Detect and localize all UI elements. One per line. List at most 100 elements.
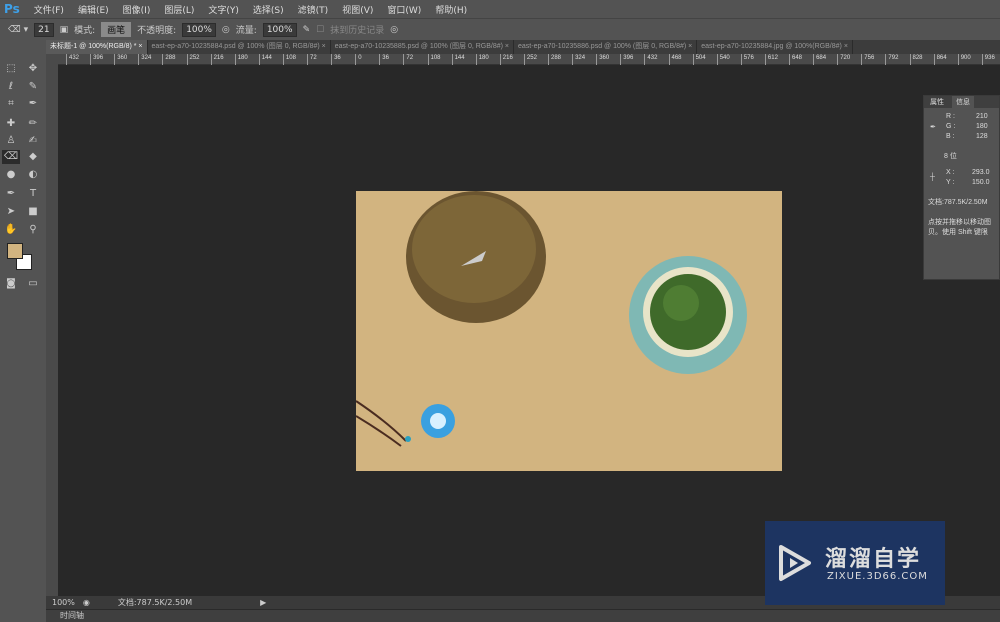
lasso-tool-icon[interactable]: ℓ [4,80,18,94]
ruler-tick-label: 144 [451,54,465,65]
clone-stamp-icon[interactable]: ♙ [4,134,18,148]
document-canvas[interactable] [355,191,782,471]
ruler-tick-label: 504 [692,54,706,65]
status-menu-arrow-icon[interactable]: ▶ [260,598,266,607]
ruler-tick-label: 756 [861,54,874,65]
canvas-artwork [355,191,747,447]
close-icon[interactable]: × [138,43,142,50]
vertical-ruler[interactable] [46,54,58,596]
ruler-tick-label: 288 [548,54,561,65]
close-icon[interactable]: × [505,43,509,50]
history-brush-icon[interactable]: ✍ [26,134,40,148]
close-icon[interactable]: × [688,43,692,50]
document-tabs: 未标题-1 @ 100%(RGB/8) * × east-ep-a70-1023… [46,40,1000,54]
hand-tool-icon[interactable]: ✋ [4,223,18,237]
menu-file[interactable]: 文件(F) [34,3,64,16]
menu-help[interactable]: 帮助(H) [435,3,467,16]
toolbox: ⬚ ✥ ℓ ✎ ⌗ ✒ ✚ ✏ ♙ ✍ ⌫ ◆ ● ◐ ✒ T ➤ ■ ✋ ⚲ … [0,40,46,622]
close-icon[interactable]: × [844,43,848,50]
watermark-logo: 溜溜自学 ZIXUE.3D66.COM [765,521,945,605]
brush-tool-icon[interactable]: ✏ [26,117,40,131]
ruler-tick-label: 36 [379,54,389,65]
ruler-tick-label: 252 [523,54,537,65]
foreground-color-swatch[interactable] [7,243,23,259]
brush-size-picker[interactable]: 21 [34,22,54,37]
healing-brush-icon[interactable]: ✚ [4,117,18,131]
tab-10235886-psd[interactable]: east-ep-a70-10235886.psd @ 100% (图层 0, R… [514,40,698,54]
info-g-value: 180 [976,123,988,130]
menu-type[interactable]: 文字(Y) [208,3,239,16]
ruler-tick-label: 216 [499,54,513,65]
ruler-tick-label: 288 [162,54,175,65]
erase-history-checkbox[interactable]: ☐ [316,25,324,35]
zoom-level[interactable]: 100% [52,598,75,607]
watermark-title: 溜溜自学 [825,547,922,572]
erase-history-label: 抹到历史记录 [330,26,385,36]
ruler-tick-label: 396 [90,54,103,65]
eraser-tool-preset-icon[interactable]: ⌫ ▾ [8,25,28,35]
status-share-icon[interactable]: ◉ [83,598,90,607]
type-tool-icon[interactable]: T [26,187,40,201]
tab-10235884-psd[interactable]: east-ep-a70-10235884.psd @ 100% (图层 0, R… [148,40,331,54]
quick-mask-icon[interactable]: ◙ [4,277,18,291]
brush-panel-icon[interactable]: ▣ [60,25,69,35]
ruler-tick-label: 108 [427,54,441,65]
tea-jar-image [629,256,747,374]
tab-label: east-ep-a70-10235885.psd @ 100% (图层 0, R… [334,43,503,50]
menu-edit[interactable]: 编辑(E) [78,3,109,16]
tab-info[interactable]: 信息 [952,96,974,108]
tab-10235885-psd[interactable]: east-ep-a70-10235885.psd @ 100% (图层 0, R… [331,40,515,54]
horizontal-ruler[interactable]: 432 396 360 324 288 252 216 180 144 108 72 36 0 36 72 1… [58,54,1000,65]
tab-10235884-jpg[interactable]: east-ep-a70-10235884.jpg @ 100%(RGB/8#) … [697,40,853,54]
pen-tool-icon[interactable]: ✒ [4,187,18,201]
ruler-tick-label: 180 [475,54,489,65]
ruler-tick-label: 432 [644,54,657,65]
ruler-tick-label: 792 [885,54,898,65]
mode-select[interactable]: 画笔 [101,22,132,37]
ruler-tick-label: 396 [620,54,633,65]
timeline-panel: 时间轴 [46,609,1000,622]
info-bit-depth: 8 位 [944,153,957,160]
ruler-tick-label: 540 [716,54,730,65]
info-x-value: 293.0 [972,169,990,176]
blur-tool-icon[interactable]: ● [4,168,18,182]
paint-bucket-icon[interactable]: ◆ [26,150,40,164]
timeline-tab[interactable]: 时间轴 [60,611,84,620]
menu-filter[interactable]: 滤镜(T) [298,3,329,16]
tab-properties[interactable]: 属性 [930,97,944,107]
marquee-tool-icon[interactable]: ⬚ [4,62,18,76]
path-select-icon[interactable]: ➤ [4,205,18,219]
screen-mode-icon[interactable]: ▭ [26,277,40,291]
shape-tool-icon[interactable]: ■ [26,205,40,219]
flow-label: 流量: [235,26,257,36]
opacity-label: 不透明度: [137,26,177,36]
menu-window[interactable]: 窗口(W) [387,3,421,16]
watermark-url: ZIXUE.3D66.COM [827,571,928,582]
ruler-tick-label: 324 [138,54,151,65]
zoom-tool-icon[interactable]: ⚲ [26,223,40,237]
ruler-tick-label: 0 [355,54,362,65]
menu-image[interactable]: 图像(I) [123,3,151,16]
pressure-opacity-icon[interactable]: ◎ [222,25,230,35]
close-icon[interactable]: × [322,43,326,50]
ruler-tick-label: 648 [789,54,802,65]
menu-bar: Ps 文件(F) 编辑(E) 图像(I) 图层(L) 文字(Y) 选择(S) 滤… [0,0,1000,18]
eraser-tool-icon[interactable]: ⌫ [2,150,20,164]
opacity-input[interactable]: 100% [182,22,216,37]
flower-ornament-image [355,400,455,447]
flow-input[interactable]: 100% [262,22,297,37]
dodge-tool-icon[interactable]: ◐ [26,168,40,182]
info-r-value: 210 [976,113,988,120]
menu-layer[interactable]: 图层(L) [164,3,194,16]
eyedropper-icon[interactable]: ✒ [26,97,40,111]
pressure-size-icon[interactable]: ◎ [390,25,398,35]
crop-tool-icon[interactable]: ⌗ [4,97,18,111]
menu-view[interactable]: 视图(V) [342,3,373,16]
tab-untitled-1[interactable]: 未标题-1 @ 100%(RGB/8) * × [46,40,148,54]
airbrush-icon[interactable]: ✎ [303,25,311,35]
ruler-tick-label: 864 [933,54,947,65]
quick-select-icon[interactable]: ✎ [26,80,40,94]
move-tool-icon[interactable]: ✥ [26,62,40,76]
ruler-tick-label: 360 [596,54,609,65]
menu-select[interactable]: 选择(S) [253,3,284,16]
